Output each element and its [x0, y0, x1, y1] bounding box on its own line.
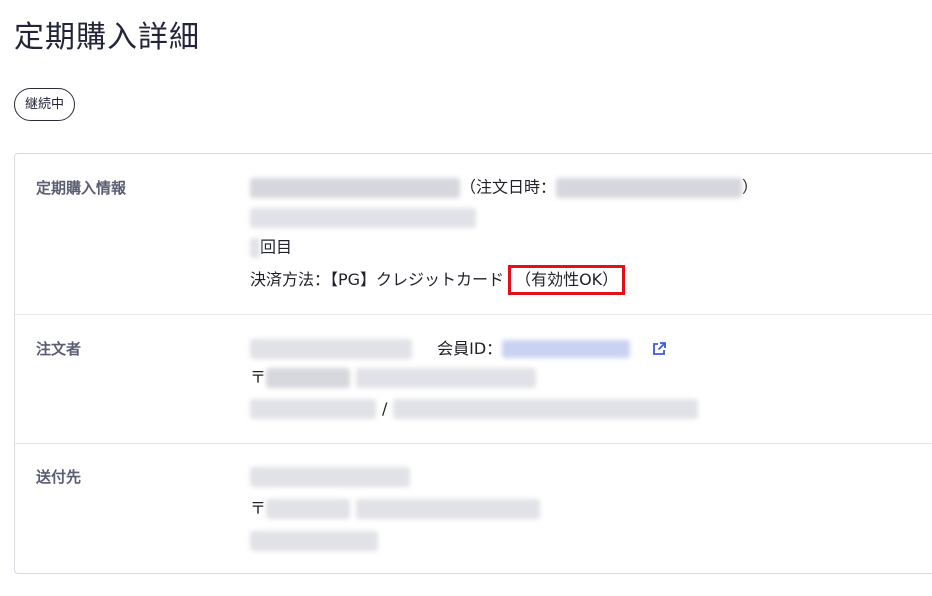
- subscription-line-3: 回目: [250, 236, 292, 258]
- order-date-suffix: ）: [742, 177, 759, 197]
- next-date-redacted: [250, 207, 476, 228]
- shipping-address-redacted: [356, 498, 541, 519]
- orderer-label: 注文者: [36, 340, 82, 358]
- orderer-line-3: /: [250, 397, 699, 419]
- subscription-line-4: 決済方法：【PG】クレジットカード （有効性OK）: [250, 265, 626, 295]
- shipping-section: 送付先 〒: [15, 444, 932, 573]
- orderer-postal-redacted: [266, 367, 351, 388]
- order-date-redacted: [556, 177, 743, 198]
- subscription-line-2: [250, 206, 476, 228]
- shipping-label: 送付先: [36, 468, 82, 486]
- orderer-name-redacted: [250, 338, 412, 359]
- shipping-postal-mark: 〒: [250, 498, 267, 518]
- orderer-line-2: 〒: [250, 366, 537, 388]
- detail-card: 定期購入情報 （注文日時： ） 回目 決済方法：【PG】クレジットカード （有効性O…: [14, 153, 932, 574]
- subscription-section: 定期購入情報 （注文日時： ） 回目 決済方法：【PG】クレジットカード （有効性O…: [15, 154, 932, 315]
- order-date-prefix: （注文日時：: [460, 177, 557, 197]
- subscription-id-redacted: [250, 177, 460, 198]
- status-badge: 継続中: [14, 88, 76, 121]
- shipping-line-2: 〒: [250, 497, 541, 519]
- count-redacted: [250, 237, 260, 258]
- shipping-postal-redacted: [266, 498, 351, 519]
- subscription-line-1: （注文日時： ）: [250, 176, 758, 198]
- orderer-address-redacted: [356, 367, 537, 388]
- member-id-label: 会員ID：: [437, 338, 503, 358]
- shipping-phone-redacted: [250, 530, 378, 551]
- validity-status: （有効性OK）: [508, 265, 626, 295]
- orderer-email-redacted: [393, 398, 699, 419]
- orderer-postal-mark: 〒: [250, 367, 267, 387]
- subscription-label: 定期購入情報: [36, 179, 127, 197]
- shipping-line-1: [250, 465, 410, 487]
- orderer-section: 注文者 会員ID： 〒 /: [15, 315, 932, 444]
- external-link-icon[interactable]: [651, 341, 667, 357]
- shipping-line-3: [250, 529, 378, 551]
- shipping-name-redacted: [250, 466, 410, 487]
- orderer-line-1: 会員ID：: [250, 337, 631, 359]
- orderer-phone-redacted: [250, 398, 376, 419]
- contact-separator: /: [382, 398, 388, 418]
- member-id-link[interactable]: [502, 339, 631, 358]
- page-title: 定期購入詳細: [14, 20, 200, 55]
- payment-method: 決済方法：【PG】クレジットカード: [250, 270, 505, 289]
- count-suffix: 回目: [260, 237, 293, 257]
